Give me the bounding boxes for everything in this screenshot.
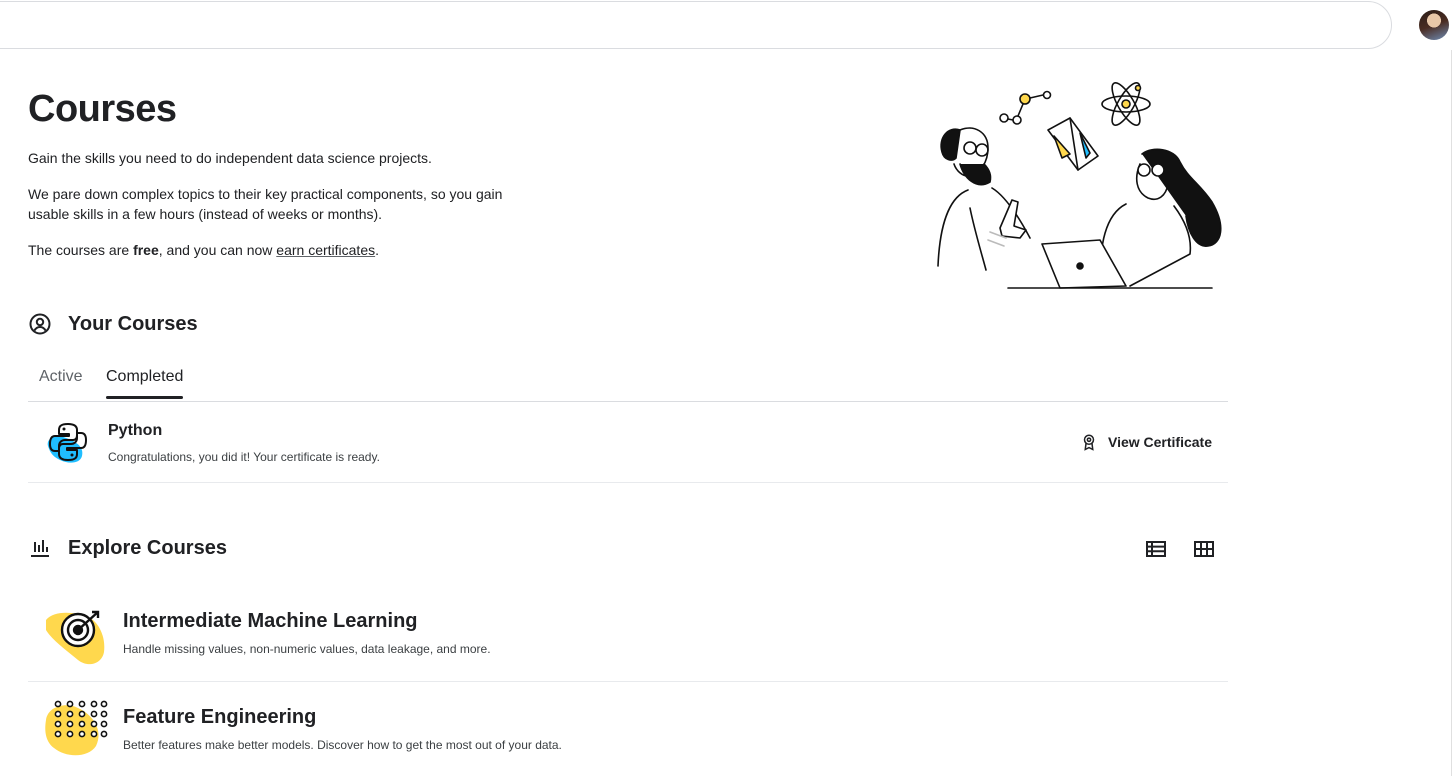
view-certificate-label: View Certificate [1107,434,1212,450]
view-certificate-button[interactable]: View Certificate [1080,433,1212,451]
list-view-icon [1146,541,1166,557]
your-courses-header: Your Courses [28,312,198,336]
hero-p3-middle: , and you can now [158,242,277,258]
course-card-intermediate-ml[interactable]: Intermediate Machine Learning Handle mis… [28,592,1228,682]
grid-view-button[interactable] [1192,538,1216,560]
course-status-message: Congratulations, you did it! Your certif… [108,450,380,464]
bar-chart-icon [28,536,52,560]
hero-free-note: The courses are free, and you can now ea… [28,240,528,260]
course-title[interactable]: Python [108,422,162,440]
course-status-tabs: Active Completed [28,362,1228,402]
free-highlight: free [133,242,159,258]
target-icon [46,610,105,665]
earn-certificates-link[interactable]: earn certificates [276,242,375,258]
course-title[interactable]: Feature Engineering [123,706,316,729]
tab-active[interactable]: Active [39,368,83,398]
grid-view-icon [1194,541,1214,557]
completed-course-python[interactable]: Python Congratulations, you did it! Your… [28,402,1228,483]
hero-description: We pare down complex topics to their key… [28,186,503,222]
hero-p3-before: The courses are [28,242,134,258]
explore-courses-header: Explore Courses [28,536,227,560]
list-view-button[interactable] [1144,538,1168,560]
hero-intro: Gain the skills you need to do independe… [28,150,432,166]
account-circle-icon [28,312,52,336]
dot-grid-icon [45,700,108,756]
award-icon [1080,433,1098,451]
course-card-feature-engineering[interactable]: Feature Engineering Better features make… [28,682,1228,776]
explore-courses-title: Explore Courses [68,536,227,559]
course-description: Handle missing values, non-numeric value… [123,642,491,656]
hero-illustration [937,82,1222,289]
page-title: Courses [28,88,177,130]
course-title[interactable]: Intermediate Machine Learning [123,610,418,633]
your-courses-title: Your Courses [68,312,198,335]
course-description: Better features make better models. Disc… [123,738,562,752]
python-icon [47,423,87,463]
search-bar[interactable] [0,1,1392,49]
hero-p3-after: . [375,242,379,258]
user-avatar[interactable] [1419,10,1449,40]
tab-completed[interactable]: Completed [106,368,184,399]
